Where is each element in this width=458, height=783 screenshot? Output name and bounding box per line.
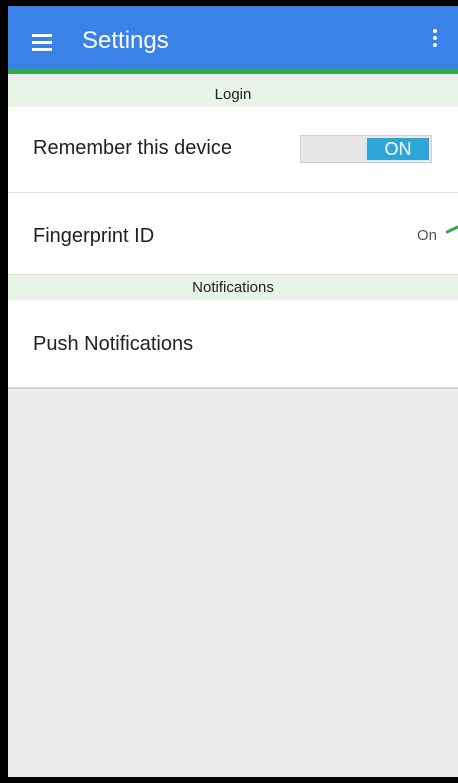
section-header-notifications: Notifications [8,275,458,300]
device-frame: Settings Login Remember this device ON F… [0,0,458,783]
app-bar: Settings [8,6,458,74]
fingerprint-label: Fingerprint ID [33,225,155,247]
settings-screen: Settings Login Remember this device ON F… [8,6,458,777]
push-notifications-label: Push Notifications [33,333,194,355]
fingerprint-value: On [416,227,437,244]
section-divider [8,388,458,389]
section-header-login: Login [8,82,458,107]
fingerprint-row[interactable]: Fingerprint ID On [8,193,458,275]
remember-device-toggle[interactable]: ON [300,135,432,163]
arrow-icon [446,225,458,234]
toggle-on-indicator: ON [367,138,429,160]
page-title: Settings [82,27,169,54]
remember-device-row[interactable]: Remember this device ON [8,107,458,193]
remember-device-label: Remember this device [33,137,232,159]
more-vert-icon[interactable] [432,29,438,51]
push-notifications-row[interactable]: Push Notifications [8,300,458,388]
menu-icon[interactable] [32,34,52,51]
